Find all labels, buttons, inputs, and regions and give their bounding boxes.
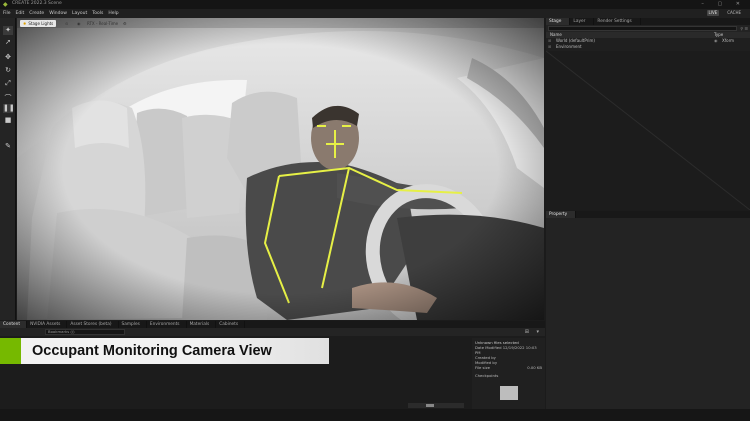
live-badge[interactable]: LIVE (706, 10, 720, 16)
brush-tool-icon[interactable]: ✎ (3, 142, 13, 151)
tab-property[interactable]: Property (546, 211, 577, 218)
eye-icon[interactable]: ◉ (77, 21, 81, 26)
rotate-tool-icon[interactable]: ↻ (3, 66, 13, 75)
scale-tool-icon[interactable]: ⤢ (3, 79, 13, 88)
filter-icon[interactable]: ⚲ ☰ (740, 26, 748, 31)
xform-icon: ⊞ (548, 44, 552, 49)
stage-row-type (722, 44, 750, 50)
viewport-toolbar: ✸ Stage Lights ⊙ ◉ RTX - Real-Time ⚙ (17, 18, 544, 28)
cache-label[interactable]: CACHE (727, 10, 741, 16)
light-icon: ✸ (23, 21, 27, 26)
tab-materials[interactable]: Materials (187, 321, 217, 328)
camera-icon[interactable]: ⊙ (65, 21, 68, 26)
viewport-render (17, 18, 544, 320)
file-size-label: File size (475, 365, 490, 370)
property-panel: Property (546, 211, 750, 409)
caption-banner: Occupant Monitoring Camera View (0, 338, 329, 364)
caption-text: Occupant Monitoring Camera View (32, 343, 272, 359)
status-bar (0, 409, 750, 421)
content-toolbar: Bookmarks (/) ⊞ ▾ (0, 328, 545, 336)
window-title: CREATE 2022.3 Scene (12, 1, 62, 6)
left-toolbar: ✦ ➚ ✥ ↻ ⤢ ⌒ ❚❚ ■ ✎ (0, 18, 16, 320)
menu-window[interactable]: Window (49, 11, 67, 16)
stage-lights-label: Stage Lights (28, 21, 54, 26)
nvidia-tool-icon[interactable]: ✦ (3, 26, 13, 35)
caption-accent-bar (0, 338, 21, 364)
tab-cabinets[interactable]: Cabinets (216, 321, 246, 328)
stage-tabs: Stage Layer Render Settings (546, 18, 750, 25)
menu-create[interactable]: Create (29, 11, 44, 16)
tab-render-settings[interactable]: Render Settings (594, 18, 641, 25)
thumbnail-size-slider[interactable] (408, 403, 464, 408)
stage-tree-area[interactable] (546, 51, 750, 210)
file-thumbnail (499, 386, 518, 400)
tab-samples[interactable]: Samples (119, 321, 147, 328)
stage-search-row: ⚲ ☰ (546, 25, 750, 32)
app-logo-icon: ◆ (3, 1, 8, 8)
select-tool-icon[interactable]: ➚ (3, 38, 13, 47)
viewport[interactable]: ✸ Stage Lights ⊙ ◉ RTX - Real-Time ⚙ (17, 18, 544, 320)
tab-nvidia-assets[interactable]: NVIDIA Assets (27, 321, 68, 328)
tab-stage[interactable]: Stage (546, 18, 571, 25)
file-size-value: 0.00 KB (527, 365, 542, 370)
settings-icon[interactable]: ⚙ (123, 21, 127, 26)
pause-icon[interactable]: ❚❚ (3, 104, 15, 113)
tab-environments[interactable]: Environments (147, 321, 187, 328)
stage-row-name: Environment (556, 44, 582, 49)
menu-edit[interactable]: Edit (16, 11, 25, 16)
window-controls[interactable]: – ▢ ✕ (701, 1, 746, 7)
stage-lights-button[interactable]: ✸ Stage Lights (20, 20, 57, 27)
stage-panel: Stage Layer Render Settings ⚲ ☰ Name Typ… (546, 18, 750, 210)
stage-search-input[interactable] (548, 26, 738, 31)
tab-layer[interactable]: Layer (570, 18, 595, 25)
move-tool-icon[interactable]: ✥ (3, 53, 13, 62)
checkpoints-label[interactable]: Checkpoints (475, 373, 542, 378)
menu-tools[interactable]: Tools (92, 11, 103, 16)
menu-bar: File Edit Create Window Layout Tools Hel… (0, 9, 750, 18)
content-tabs: Content NVIDIA Assets Asset Stores (beta… (0, 321, 545, 328)
stage-row[interactable]: ⊞ Environment (546, 44, 750, 50)
menu-file[interactable]: File (3, 11, 11, 16)
date-modified: Date Modified 12/19/2022 10:03 PM (475, 345, 537, 355)
stop-icon[interactable]: ■ (3, 116, 13, 125)
slider-thumb[interactable] (426, 404, 434, 407)
title-bar: ◆ CREATE 2022.3 Scene – ▢ ✕ (0, 0, 750, 9)
render-mode-label[interactable]: RTX - Real-Time (87, 21, 118, 26)
snap-tool-icon[interactable]: ⌒ (3, 94, 13, 103)
file-size-row: File size 0.00 KB (475, 365, 542, 370)
visibility-icon[interactable] (714, 44, 722, 50)
content-toolbar-icons[interactable]: ⊞ ▾ (525, 329, 542, 335)
property-tabs: Property (546, 211, 750, 218)
menu-help[interactable]: Help (108, 11, 118, 16)
path-field[interactable]: Bookmarks (/) (45, 329, 125, 335)
tab-asset-stores[interactable]: Asset Stores (beta) (67, 321, 119, 328)
tab-content[interactable]: Content (0, 321, 28, 328)
file-detail-pane: Unknown files selected Date Modified 12/… (472, 338, 545, 409)
menu-layout[interactable]: Layout (72, 11, 87, 16)
